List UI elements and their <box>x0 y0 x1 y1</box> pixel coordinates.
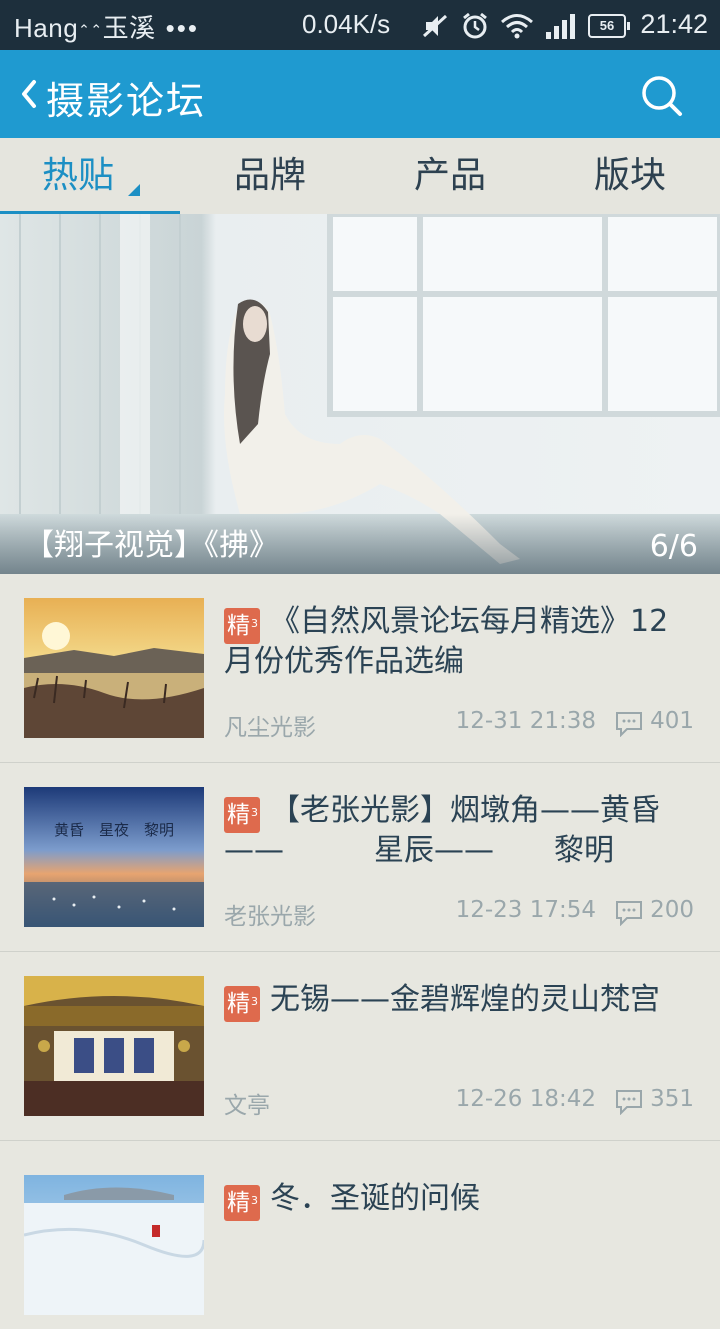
banner-page-counter: 6/6 <box>649 529 698 564</box>
tab-section[interactable]: 版块 <box>540 138 720 214</box>
status-icons: 56 <box>420 10 630 42</box>
comment-icon <box>616 901 642 926</box>
post-title: 【老张光影】烟墩角——黄昏—— 星辰—— 黎明 <box>224 793 660 868</box>
wifi-icon <box>501 14 533 39</box>
comment-icon <box>616 1090 642 1115</box>
tab-label: 版块 <box>593 155 666 196</box>
tab-brand[interactable]: 品牌 <box>180 138 360 214</box>
tab-label: 产品 <box>413 155 486 196</box>
post-date: 12-26 18:42 <box>455 1086 596 1112</box>
page-title: 摄影论坛 <box>46 79 207 123</box>
alarm-icon <box>463 12 487 39</box>
signal-icon <box>546 14 575 39</box>
list-item[interactable]: 精3 冬．圣诞的问候 <box>0 1141 720 1329</box>
list-item[interactable]: 黄昏 星夜 黎明 精3 【老张光影】烟墩角——黄昏—— 星辰—— 黎明 老张光影… <box>0 763 720 952</box>
post-thumbnail <box>24 976 204 1116</box>
comment-count: 351 <box>650 1086 694 1112</box>
comment-icon <box>616 712 642 737</box>
post-title: 《自然风景论坛每月精选》12月份优秀作品选编 <box>224 604 669 679</box>
mute-icon <box>422 14 448 38</box>
thumbnail-text: 黄昏 星夜 黎明 <box>54 821 174 839</box>
comment-count: 200 <box>650 897 694 923</box>
app-bar: 摄影论坛 <box>0 50 720 138</box>
banner-title: 【翔子视觉】《拂》 <box>24 528 279 563</box>
signal-small-icon: ⌃⌃ <box>78 21 103 38</box>
carrier-name: Hang <box>14 13 79 43</box>
post-date: 12-23 17:54 <box>455 897 596 923</box>
post-list: 精3 《自然风景论坛每月精选》12月份优秀作品选编 凡尘光影 12-31 21:… <box>0 574 720 1329</box>
status-bar: Hang⌃⌃玉溪 ••• 0.04K/s 56 21:42 <box>0 0 720 50</box>
search-icon[interactable] <box>638 72 686 120</box>
tab-bar: 热贴 品牌 产品 版块 <box>0 138 720 215</box>
more-notifications-icon: ••• <box>165 13 199 43</box>
post-date: 12-31 21:38 <box>455 708 596 734</box>
tab-label: 品牌 <box>233 155 306 196</box>
dropdown-caret-icon <box>128 184 140 196</box>
battery-icon: 56 <box>588 14 630 38</box>
tab-label: 热贴 <box>41 155 114 196</box>
comment-count: 401 <box>650 708 694 734</box>
tab-hot-posts[interactable]: 热贴 <box>0 138 180 214</box>
network-speed: 0.04K/s <box>302 9 391 39</box>
post-title: 冬．圣诞的问候 <box>270 1181 480 1216</box>
list-item[interactable]: 精3 《自然风景论坛每月精选》12月份优秀作品选编 凡尘光影 12-31 21:… <box>0 574 720 763</box>
carrier-city: 玉溪 <box>102 13 156 43</box>
post-thumbnail <box>24 1175 204 1315</box>
post-thumbnail <box>24 598 204 738</box>
carrier-label: Hang⌃⌃玉溪 ••• <box>14 8 199 45</box>
post-thumbnail: 黄昏 星夜 黎明 <box>24 787 204 927</box>
post-title: 无锡——金碧辉煌的灵山梵宫 <box>270 982 660 1017</box>
featured-banner[interactable]: 【翔子视觉】《拂》 6/6 <box>0 214 720 574</box>
list-item[interactable]: 精3 无锡——金碧辉煌的灵山梵宫 文亭 12-26 18:42 351 <box>0 952 720 1141</box>
tab-product[interactable]: 产品 <box>360 138 540 214</box>
chevron-left-icon[interactable] <box>14 72 42 116</box>
post-author: 凡尘光影 <box>224 715 316 741</box>
post-author: 老张光影 <box>224 904 316 930</box>
clock: 21:42 <box>640 9 708 39</box>
post-author: 文亭 <box>224 1093 270 1119</box>
